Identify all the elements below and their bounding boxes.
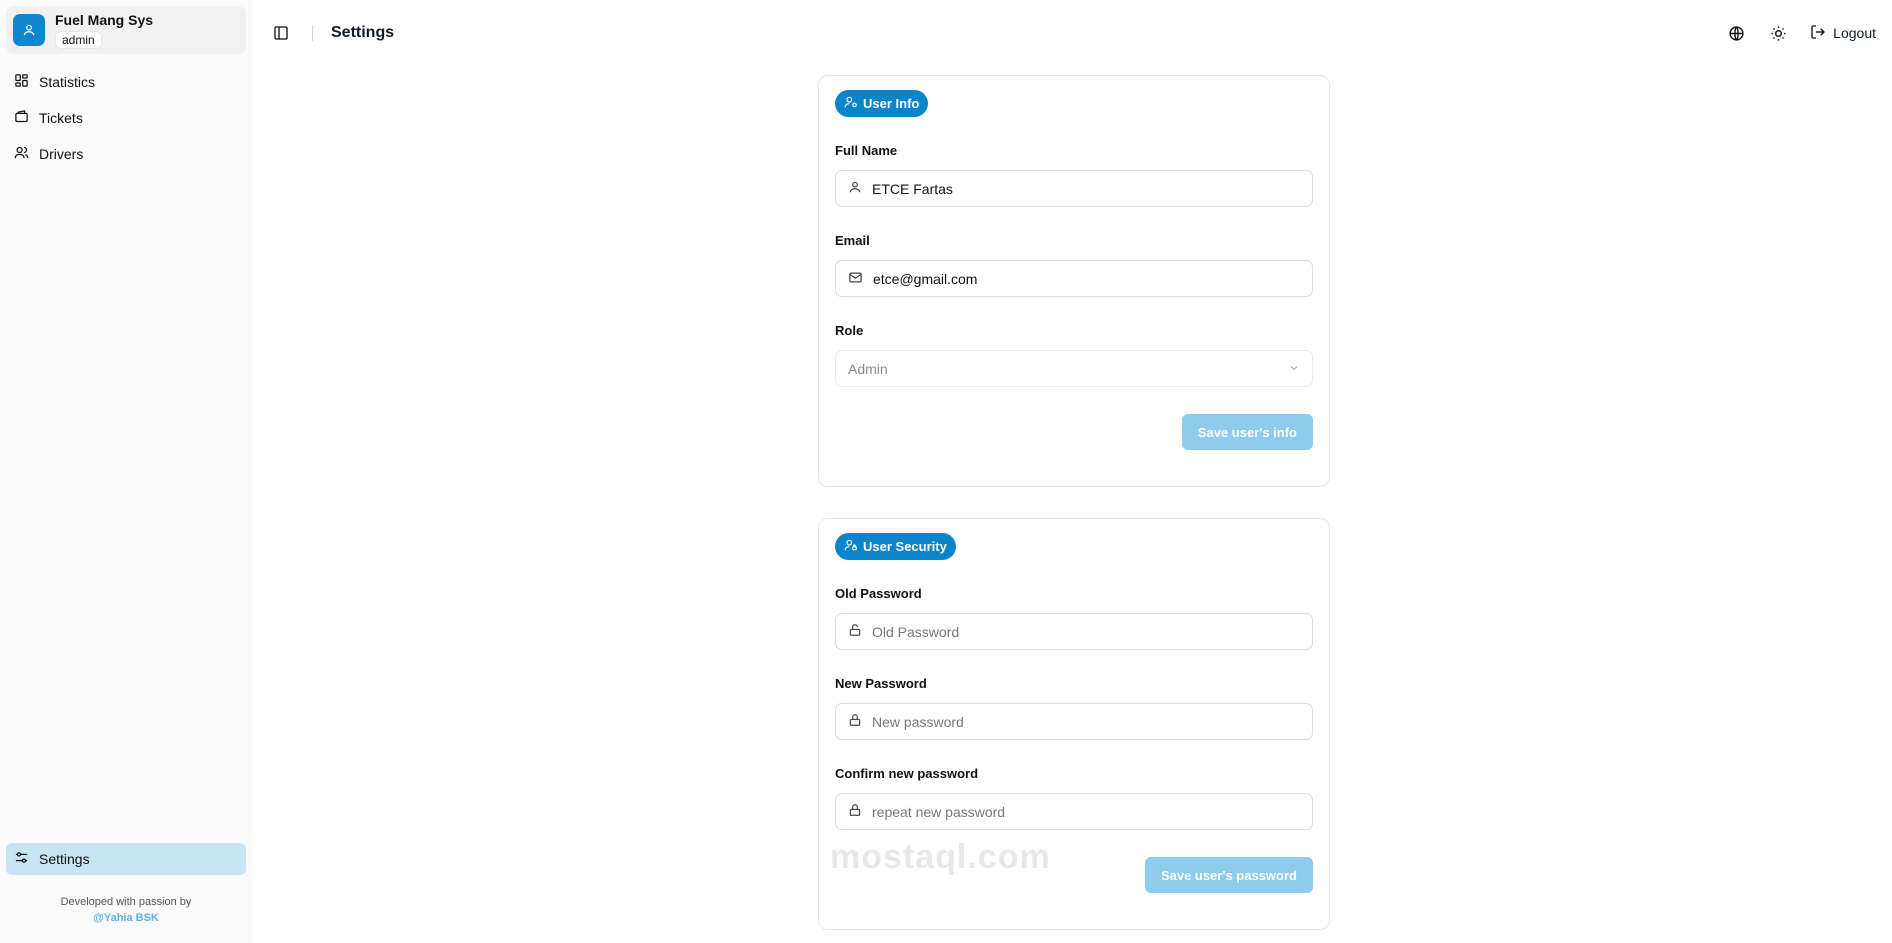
watermark: mostaql.com: [830, 838, 1051, 876]
full-name-label: Full Name: [835, 143, 898, 158]
role-select[interactable]: Admin: [835, 350, 1313, 387]
role-badge: admin: [55, 30, 102, 49]
sidebar-item-label: Statistics: [39, 74, 96, 90]
mail-icon: [848, 270, 863, 288]
wallet-icon: [14, 109, 29, 127]
brand-header[interactable]: Fuel Mang Sys admin: [6, 6, 246, 54]
sidebar-item-statistics[interactable]: Statistics: [6, 66, 246, 98]
badge-label: User Security: [863, 539, 947, 554]
sidebar: Fuel Mang Sys admin Statistics Tickets D…: [0, 0, 252, 943]
top-bar: Settings Logout: [252, 6, 1892, 60]
sidebar-item-settings[interactable]: Settings: [6, 843, 246, 875]
sliders-icon: [14, 850, 29, 868]
sidebar-item-drivers[interactable]: Drivers: [6, 138, 246, 170]
sidebar-item-label: Settings: [39, 851, 90, 867]
confirm-password-input[interactable]: [872, 803, 1300, 820]
page-title: Settings: [331, 24, 395, 41]
sun-icon[interactable]: [1768, 23, 1788, 43]
badge-label: User Info: [863, 96, 920, 111]
users-icon: [14, 145, 29, 163]
email-input[interactable]: [873, 270, 1300, 287]
chevron-down-icon: [1288, 361, 1300, 377]
lock-open-icon: [848, 623, 862, 640]
sidebar-nav: Statistics Tickets Drivers: [6, 66, 246, 170]
save-user-info-button[interactable]: Save user's info: [1181, 414, 1313, 450]
user-icon: [848, 180, 862, 197]
grid-icon: [14, 73, 29, 91]
email-label: Email: [835, 233, 870, 248]
full-name-field[interactable]: [835, 170, 1313, 207]
logout-icon: [1810, 24, 1826, 43]
confirm-password-field[interactable]: [835, 793, 1313, 830]
sidebar-item-label: Tickets: [39, 110, 83, 126]
user-icon: [13, 14, 45, 46]
lock-icon: [848, 803, 862, 820]
user-security-badge: User Security: [835, 533, 956, 560]
role-value: Admin: [848, 360, 888, 377]
globe-icon[interactable]: [1726, 23, 1746, 43]
sidebar-item-label: Drivers: [39, 146, 84, 162]
author-link[interactable]: @Yahia BSK: [0, 910, 252, 926]
user-info-badge: User Info: [835, 90, 929, 117]
sidebar-toggle-icon[interactable]: [270, 22, 292, 44]
logout-label: Logout: [1833, 25, 1876, 41]
full-name-input[interactable]: [872, 180, 1300, 197]
user-cog-icon: [844, 95, 858, 112]
footer-credit: Developed with passion by @Yahia BSK: [0, 894, 252, 926]
logout-button[interactable]: Logout: [1810, 24, 1876, 43]
old-password-label: Old Password: [835, 586, 922, 601]
sidebar-item-tickets[interactable]: Tickets: [6, 102, 246, 134]
user-info-card: User Info Full Name Email Role Admin Sav…: [818, 75, 1330, 487]
divider: [312, 25, 313, 41]
footer-text: Developed with passion by: [60, 896, 192, 908]
old-password-input[interactable]: [872, 623, 1300, 640]
new-password-field[interactable]: [835, 703, 1313, 740]
old-password-field[interactable]: [835, 613, 1313, 650]
lock-icon: [848, 713, 862, 730]
confirm-password-label: Confirm new password: [835, 766, 979, 781]
new-password-input[interactable]: [872, 713, 1300, 730]
role-label: Role: [835, 323, 864, 338]
user-lock-icon: [844, 538, 858, 555]
app-name: Fuel Mang Sys: [55, 11, 154, 28]
email-field[interactable]: [835, 260, 1313, 297]
new-password-label: New Password: [835, 676, 927, 691]
save-user-password-button[interactable]: Save user's password: [1144, 857, 1313, 893]
